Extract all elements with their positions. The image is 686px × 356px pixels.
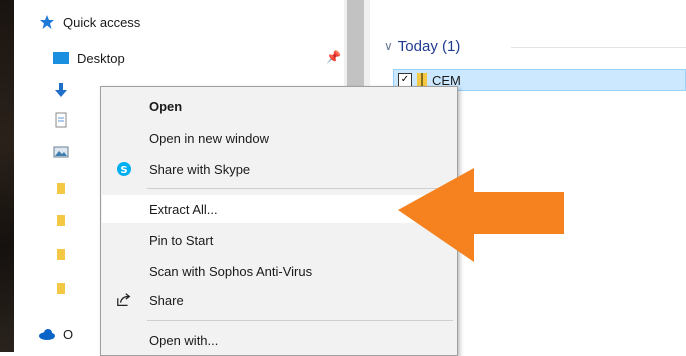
chevron-down-icon: ∨ <box>384 39 393 53</box>
nav-item-label: Desktop <box>77 50 125 66</box>
nav-item-folder[interactable] <box>52 276 77 300</box>
menu-separator <box>147 320 453 321</box>
skype-icon: S <box>116 161 132 177</box>
menu-item-label: Share with Skype <box>149 161 251 177</box>
nav-item-desktop[interactable]: Desktop <box>52 46 125 70</box>
nav-quick-access-label: Quick access <box>63 14 141 30</box>
menu-item-label: Share <box>149 292 184 308</box>
menu-item-label: Open <box>149 98 183 114</box>
share-icon <box>116 292 132 308</box>
group-header-label: Today (1) <box>397 37 461 55</box>
menu-item-open[interactable]: Open <box>102 92 456 120</box>
nav-quick-access[interactable]: Quick access <box>38 10 140 34</box>
menu-item-label: Pin to Start <box>149 232 214 248</box>
star-icon <box>38 14 56 30</box>
menu-item-label: Scan with Sophos Anti-Virus <box>149 263 313 279</box>
folder-icon <box>52 212 70 228</box>
nav-item-pictures[interactable] <box>52 140 77 164</box>
group-divider <box>511 47 686 48</box>
group-header-today[interactable]: ∨ Today (1) <box>384 35 460 57</box>
download-arrow-icon <box>52 82 70 98</box>
desktop-background <box>0 0 14 352</box>
nav-item-folder[interactable] <box>52 208 77 232</box>
menu-item-share[interactable]: Share <box>102 286 456 314</box>
folder-icon <box>52 280 70 296</box>
menu-item-label: Open in new window <box>149 130 269 146</box>
pictures-icon <box>52 144 70 160</box>
menu-item-open-new-window[interactable]: Open in new window <box>102 124 456 152</box>
document-icon <box>52 112 70 128</box>
nav-item-downloads[interactable] <box>52 78 77 102</box>
menu-item-label: Open with... <box>149 332 219 348</box>
cloud-icon <box>38 326 56 342</box>
nav-item-folder[interactable] <box>52 176 77 200</box>
menu-item-label: Extract All... <box>149 201 218 217</box>
folder-icon <box>52 246 70 262</box>
nav-item-label: O <box>63 326 74 342</box>
nav-item-onedrive[interactable]: O <box>38 322 73 346</box>
desktop-icon <box>52 50 70 66</box>
file-checkbox[interactable]: ✓ <box>398 73 412 87</box>
svg-text:S: S <box>120 165 127 176</box>
annotation-arrow-icon <box>398 168 564 262</box>
nav-item-folder[interactable] <box>52 242 77 266</box>
nav-item-documents[interactable] <box>52 108 77 132</box>
folder-icon <box>52 180 70 196</box>
menu-item-open-with[interactable]: Open with... <box>102 326 456 354</box>
pin-icon[interactable]: 📌 <box>326 50 341 64</box>
